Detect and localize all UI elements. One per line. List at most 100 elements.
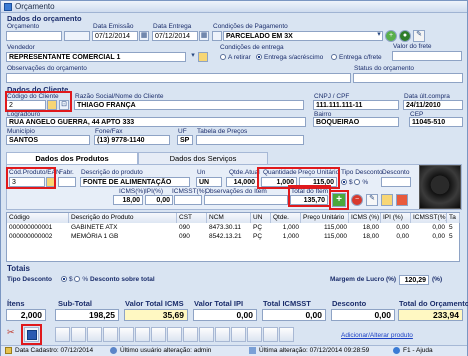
ipi-field[interactable]: 0,00 <box>145 195 173 205</box>
confirm-icon[interactable]: ● <box>399 30 411 42</box>
toolbar-button[interactable] <box>199 327 214 342</box>
edit-icon[interactable]: ✎ <box>413 30 425 42</box>
entrega-field[interactable]: 07/12/2014 <box>152 31 198 41</box>
col-header[interactable]: UN <box>251 213 271 223</box>
add-item-button[interactable]: + <box>332 193 346 207</box>
vendedor-select[interactable]: REPRESENTANTE COMERCIAL 1 <box>6 52 186 62</box>
calendar-icon[interactable]: ▦ <box>199 31 209 41</box>
radio-valor[interactable] <box>341 179 347 186</box>
col-header[interactable]: Descrição do Produto <box>69 213 177 223</box>
total-item-field[interactable]: 135,70 <box>290 195 328 205</box>
margem-field[interactable]: 120,29 <box>399 275 429 285</box>
toolbar-button[interactable] <box>119 327 134 342</box>
toolbar-button[interactable] <box>215 327 230 342</box>
preco-field[interactable]: 115,00 <box>299 177 337 187</box>
toolbar-button[interactable] <box>167 327 182 342</box>
uf-field[interactable]: SP <box>177 135 193 145</box>
toolbar-button[interactable] <box>263 327 278 342</box>
calendar-icon[interactable]: ▦ <box>139 31 149 41</box>
fone-field[interactable]: (13) 9778-1140 <box>94 135 170 145</box>
folder-icon[interactable] <box>46 177 56 187</box>
icmsst-label: ICMSST(%) <box>172 188 207 195</box>
fabr-field[interactable] <box>58 177 76 187</box>
add-icon[interactable]: + <box>385 30 397 42</box>
cnpj-field[interactable]: 111.111.111-11 <box>313 100 399 110</box>
user-icon <box>110 347 117 354</box>
tab-servicos[interactable]: Dados dos Serviços <box>138 152 268 164</box>
toolbar-button[interactable] <box>247 327 262 342</box>
desc-item-field[interactable] <box>381 177 411 187</box>
razao-field[interactable]: THIAGO FRANÇA <box>74 100 304 110</box>
radio-retirar[interactable] <box>220 54 226 61</box>
folder-icon[interactable] <box>381 194 393 206</box>
delete-icon[interactable] <box>396 194 408 206</box>
new-orcamento-button[interactable] <box>64 31 90 41</box>
folder-icon[interactable] <box>47 100 57 110</box>
col-header[interactable]: Ta <box>447 213 460 223</box>
chevron-down-icon[interactable]: ▾ <box>188 52 198 62</box>
status-orc-field[interactable] <box>353 73 463 83</box>
col-header[interactable]: ICMS (%) <box>349 213 381 223</box>
frete-field[interactable] <box>392 51 462 61</box>
toolbar-button[interactable] <box>87 327 102 342</box>
save-icon[interactable] <box>24 327 39 342</box>
col-header[interactable]: NCM <box>207 213 251 223</box>
col-header[interactable]: CST <box>177 213 207 223</box>
total-orc-value: 233,94 <box>398 309 463 321</box>
toolbar-button[interactable] <box>151 327 166 342</box>
toolbar-button[interactable] <box>71 327 86 342</box>
emissao-field[interactable]: 07/12/2014 <box>92 31 138 41</box>
toolbar-button[interactable] <box>135 327 150 342</box>
opt-entrega-sem[interactable]: Entrega s/acréscimo <box>256 54 323 61</box>
table-row[interactable]: 000000000002 MEMÓRIA 1 GB 090 8542.13.21… <box>7 232 460 241</box>
qtd-atual-field[interactable]: 14,000 <box>226 177 258 187</box>
toolbar-button[interactable] <box>55 327 70 342</box>
add-alter-produto-link[interactable]: Adicionar/Alterar produto <box>341 332 413 339</box>
bairro-field[interactable]: BOQUEIRAO <box>313 117 399 127</box>
cep-field[interactable]: 11045-510 <box>409 117 463 127</box>
icms-field[interactable]: 18,00 <box>113 195 143 205</box>
radio-entrega-com[interactable] <box>331 54 337 61</box>
radio-percent-total[interactable] <box>74 276 81 283</box>
opt-retirar[interactable]: A retirar <box>220 54 251 61</box>
cond-pag-select[interactable]: PARCELADO EM 3X <box>223 31 383 41</box>
tool-icon[interactable]: ✂ <box>7 327 22 342</box>
orcamento-window: Orçamento Dados do orçamento Orçamento D… <box>0 0 468 356</box>
desc-produto-field[interactable]: FONTE DE ALIMENTAÇÃO <box>80 177 190 187</box>
chevron-down-icon[interactable]: ▾ <box>374 31 384 41</box>
tipo-desc-options[interactable]: $ % <box>341 179 368 186</box>
opt-entrega-com[interactable]: Entrega c/frete <box>331 54 382 61</box>
obs-orc-field[interactable] <box>6 73 351 83</box>
col-header[interactable]: IPI (%) <box>381 213 411 223</box>
icmsst-field[interactable] <box>174 195 202 205</box>
desc-total-options[interactable]: $ % Desconto sobre total <box>61 276 155 283</box>
tab-produtos[interactable]: Dados dos Produtos <box>6 152 138 164</box>
remove-item-icon[interactable]: − <box>351 194 363 206</box>
col-header[interactable]: Código <box>7 213 69 223</box>
municipio-field[interactable]: SANTOS <box>6 135 90 145</box>
toolbar-button[interactable] <box>279 327 294 342</box>
radio-valor-total[interactable] <box>61 276 67 283</box>
logradouro-field[interactable]: RUA ANGELO GUERRA, 44 APTO 333 <box>6 117 306 127</box>
col-header[interactable]: ICMSST(%) <box>411 213 447 223</box>
cod-cliente-field[interactable]: 2 <box>6 100 46 110</box>
radio-entrega-sem[interactable] <box>256 54 262 61</box>
col-header[interactable]: Qtde. <box>271 213 301 223</box>
obs-item-field[interactable] <box>204 195 288 205</box>
lock-icon[interactable]: ⊡ <box>59 100 69 110</box>
qtd-field[interactable]: 1,000 <box>261 177 297 187</box>
orcamento-field[interactable] <box>6 31 62 41</box>
dtcompra-field[interactable]: 24/11/2010 <box>403 100 463 110</box>
un-field[interactable]: UN <box>196 177 222 187</box>
folder-icon[interactable] <box>198 52 208 62</box>
tabela-field[interactable] <box>196 135 304 145</box>
cod-produto-field[interactable]: 3 <box>9 177 45 187</box>
folder-icon[interactable] <box>212 31 222 41</box>
col-header[interactable]: Preço Unitário <box>301 213 349 223</box>
toolbar-button[interactable] <box>231 327 246 342</box>
toolbar-button[interactable] <box>103 327 118 342</box>
radio-percent[interactable] <box>354 179 361 186</box>
table-row[interactable]: 000000000001 GABINETE ATX 090 8473.30.11… <box>7 223 460 232</box>
edit-item-icon[interactable]: ✎ <box>366 194 378 206</box>
toolbar-button[interactable] <box>183 327 198 342</box>
